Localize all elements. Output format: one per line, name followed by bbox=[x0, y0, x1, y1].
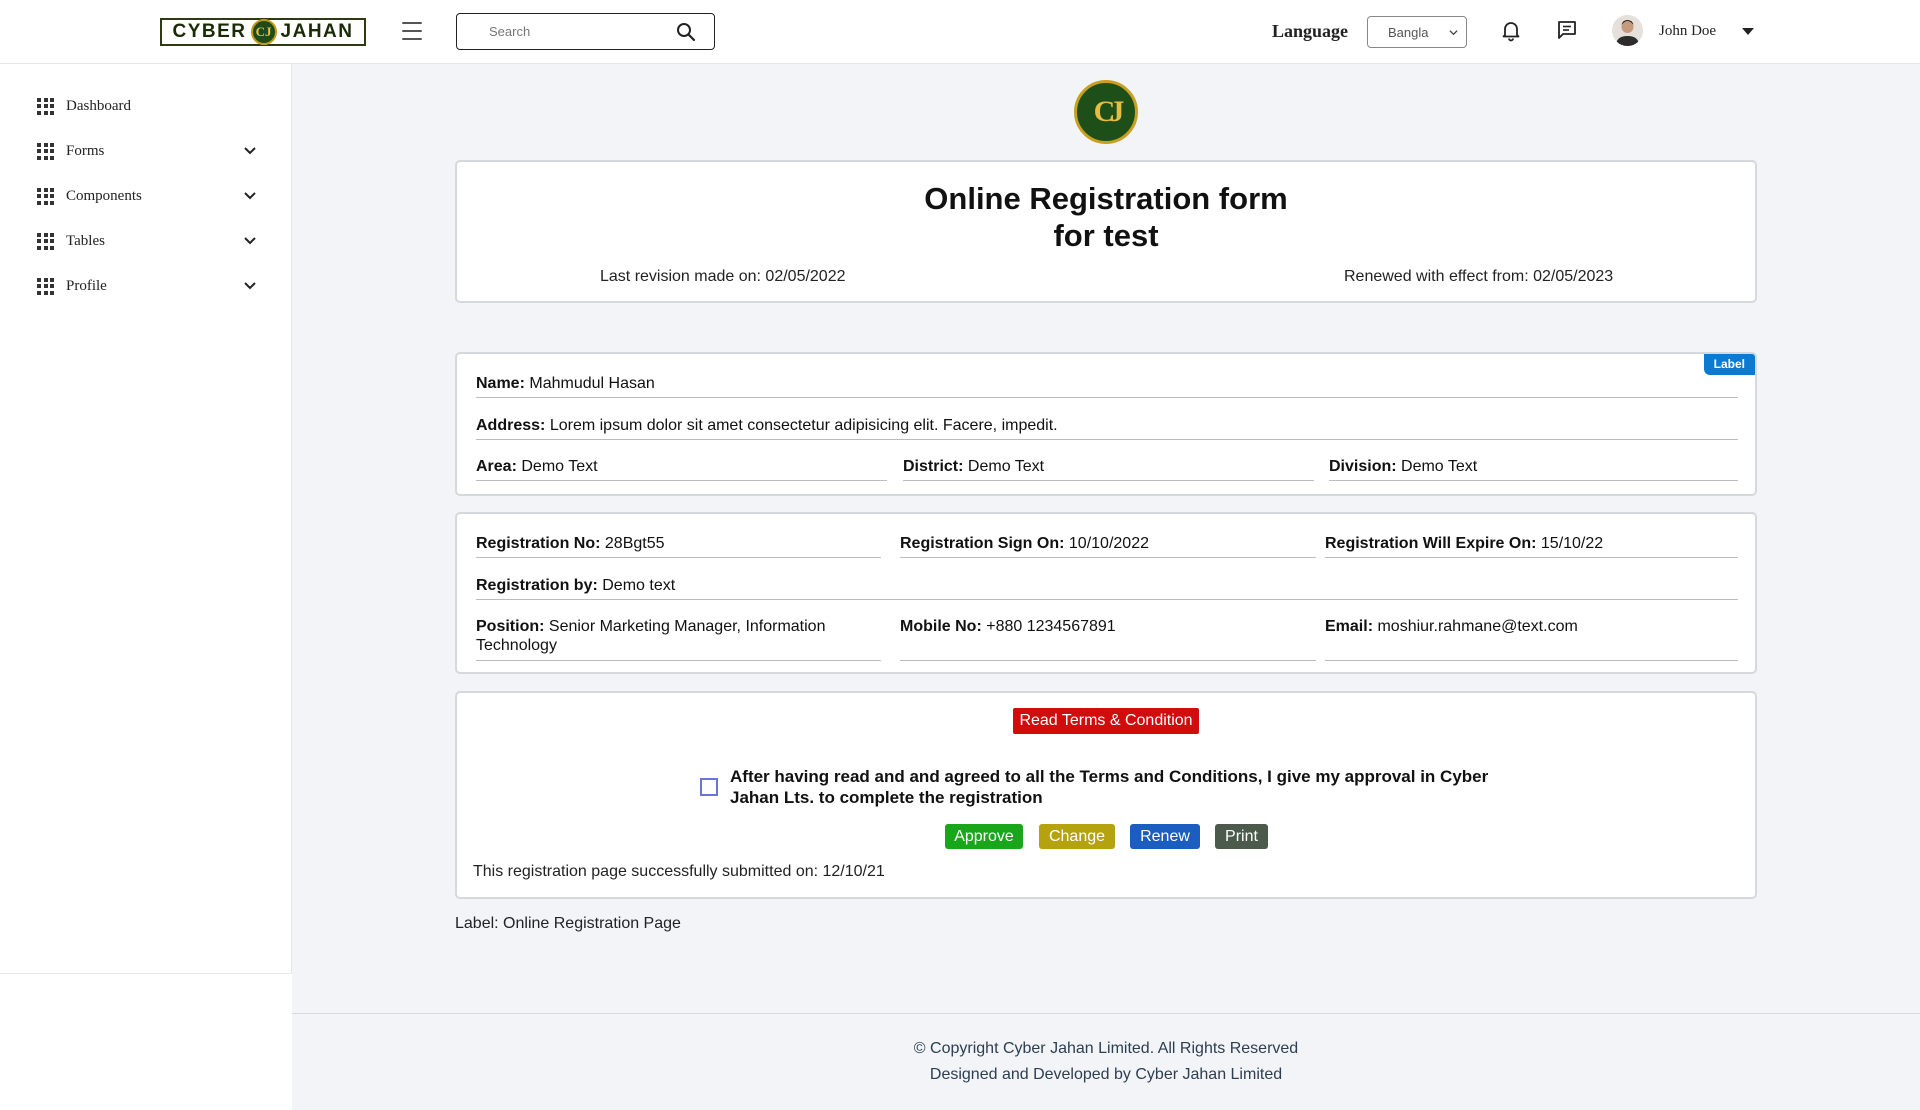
registration-no-label: Registration No: bbox=[476, 535, 601, 552]
area-field: Area: Demo Text bbox=[476, 457, 887, 481]
registration-no-value: 28Bgt55 bbox=[604, 535, 665, 552]
form-title-line1: Online Registration form bbox=[924, 181, 1288, 216]
menu-toggle-icon[interactable] bbox=[402, 22, 422, 40]
chevron-down-icon bbox=[244, 237, 256, 245]
sidebar-item-dashboard[interactable]: Dashboard bbox=[37, 94, 257, 118]
logo-text-right: JAHAN bbox=[280, 21, 354, 42]
name-field: Name: Mahmudul Hasan bbox=[476, 374, 1738, 398]
form-title-line2: for test bbox=[1053, 218, 1159, 253]
read-terms-button[interactable]: Read Terms & Condition bbox=[1013, 708, 1199, 734]
registration-sign-on-field: Registration Sign On: 10/10/2022 bbox=[900, 534, 1316, 558]
language-select[interactable]: Bangla bbox=[1367, 16, 1467, 48]
position-label: Position: bbox=[476, 618, 545, 635]
grid-icon bbox=[37, 142, 54, 160]
submitted-text: This registration page successfully subm… bbox=[473, 863, 885, 880]
expire-label: Registration Will Expire On: bbox=[1325, 535, 1537, 552]
area-value: Demo Text bbox=[521, 458, 598, 475]
registration-info-card: Registration No: 28Bgt55 Registration Si… bbox=[455, 512, 1757, 674]
position-field: Position: Senior Marketing Manager, Info… bbox=[476, 617, 881, 661]
grid-icon bbox=[37, 232, 54, 250]
address-value: Lorem ipsum dolor sit amet consectetur a… bbox=[549, 417, 1058, 434]
chevron-down-icon bbox=[1449, 30, 1458, 36]
address-field: Address: Lorem ipsum dolor sit amet cons… bbox=[476, 416, 1738, 440]
registration-by-value: Demo text bbox=[602, 577, 676, 594]
page-footer: © Copyright Cyber Jahan Limited. All Rig… bbox=[292, 1013, 1920, 1110]
chevron-down-icon bbox=[244, 282, 256, 290]
company-seal-logo: CJ bbox=[1074, 80, 1138, 144]
registration-by-field: Registration by: Demo text bbox=[476, 576, 1738, 600]
label-badge: Label bbox=[1703, 354, 1755, 375]
language-label: Language bbox=[1272, 21, 1349, 41]
chevron-down-icon bbox=[244, 192, 256, 200]
caret-down-icon[interactable] bbox=[1741, 26, 1755, 36]
last-revision-text: Last revision made on: 02/05/2022 bbox=[600, 268, 846, 285]
approve-button[interactable]: Approve bbox=[945, 824, 1023, 849]
sidebar-item-label: Forms bbox=[66, 142, 105, 159]
name-label: Name: bbox=[476, 375, 525, 392]
sidebar-item-label: Tables bbox=[66, 232, 105, 249]
top-header: CYBER CJ JAHAN Language Bangla John Doe bbox=[0, 0, 1920, 64]
sidebar-footer-area bbox=[0, 974, 292, 1110]
district-label: District: bbox=[903, 458, 964, 475]
sidebar-item-label: Dashboard bbox=[66, 97, 131, 114]
mobile-value: +880 1234567891 bbox=[986, 618, 1116, 635]
address-label: Address: bbox=[476, 417, 546, 434]
renew-button[interactable]: Renew bbox=[1130, 824, 1200, 849]
registration-by-label: Registration by: bbox=[476, 577, 598, 594]
user-avatar[interactable] bbox=[1612, 15, 1643, 46]
logo-mark: CJ bbox=[250, 19, 277, 45]
registration-expire-field: Registration Will Expire On: 15/10/22 bbox=[1325, 534, 1738, 558]
user-name[interactable]: John Doe bbox=[1659, 23, 1716, 40]
page-label-text: Label: Online Registration Page bbox=[455, 915, 681, 932]
message-icon[interactable] bbox=[1555, 18, 1579, 42]
sidebar: Dashboard Forms Components Tables Profil… bbox=[0, 64, 292, 974]
form-title: Online Registration form for test bbox=[457, 180, 1755, 254]
search-box bbox=[456, 13, 715, 50]
expire-value: 15/10/22 bbox=[1540, 535, 1604, 552]
language-select-value: Bangla bbox=[1388, 24, 1429, 40]
search-input[interactable] bbox=[457, 14, 667, 49]
email-value: moshiur.rahmane@text.com bbox=[1377, 618, 1578, 635]
name-value: Mahmudul Hasan bbox=[529, 375, 655, 392]
division-value: Demo Text bbox=[1401, 458, 1478, 475]
form-title-card: Online Registration form for test Last r… bbox=[455, 160, 1757, 303]
district-value: Demo Text bbox=[967, 458, 1045, 475]
brand-logo[interactable]: CYBER CJ JAHAN bbox=[160, 18, 366, 46]
personal-info-card: Label Name: Mahmudul Hasan Address: Lore… bbox=[455, 352, 1757, 496]
mobile-label: Mobile No: bbox=[900, 618, 982, 635]
sign-on-value: 10/10/2022 bbox=[1068, 535, 1149, 552]
district-field: District: Demo Text bbox=[903, 457, 1314, 481]
agreement-text: After having read and and agreed to all … bbox=[730, 767, 1489, 807]
grid-icon bbox=[37, 187, 54, 205]
grid-icon bbox=[37, 277, 54, 295]
sidebar-item-label: Profile bbox=[66, 277, 107, 294]
sidebar-item-tables[interactable]: Tables bbox=[37, 229, 257, 253]
division-field: Division: Demo Text bbox=[1329, 457, 1738, 481]
logo-text-left: CYBER bbox=[172, 21, 247, 42]
print-button[interactable]: Print bbox=[1215, 824, 1268, 849]
area-label: Area: bbox=[476, 458, 517, 475]
registration-no-field: Registration No: 28Bgt55 bbox=[476, 534, 881, 558]
renewed-text: Renewed with effect from: 02/05/2023 bbox=[1344, 268, 1614, 285]
notification-bell-icon[interactable] bbox=[1499, 18, 1523, 42]
sidebar-item-label: Components bbox=[66, 187, 142, 204]
email-label: Email: bbox=[1325, 618, 1374, 635]
sidebar-item-profile[interactable]: Profile bbox=[37, 274, 257, 298]
change-button[interactable]: Change bbox=[1039, 824, 1115, 849]
seal-monogram: CJ bbox=[1093, 95, 1125, 128]
sidebar-item-components[interactable]: Components bbox=[37, 184, 257, 208]
mobile-field: Mobile No: +880 1234567891 bbox=[900, 617, 1316, 661]
division-label: Division: bbox=[1329, 458, 1397, 475]
agreement-checkbox[interactable] bbox=[700, 778, 718, 796]
grid-icon bbox=[37, 97, 54, 115]
designed-by-text: Designed and Developed by Cyber Jahan Li… bbox=[929, 1066, 1283, 1083]
sidebar-item-forms[interactable]: Forms bbox=[37, 139, 257, 163]
search-icon[interactable] bbox=[676, 22, 696, 42]
email-field: Email: moshiur.rahmane@text.com bbox=[1325, 617, 1738, 661]
sign-on-label: Registration Sign On: bbox=[900, 535, 1065, 552]
chevron-down-icon bbox=[244, 147, 256, 155]
copyright-text: © Copyright Cyber Jahan Limited. All Rig… bbox=[913, 1040, 1299, 1057]
